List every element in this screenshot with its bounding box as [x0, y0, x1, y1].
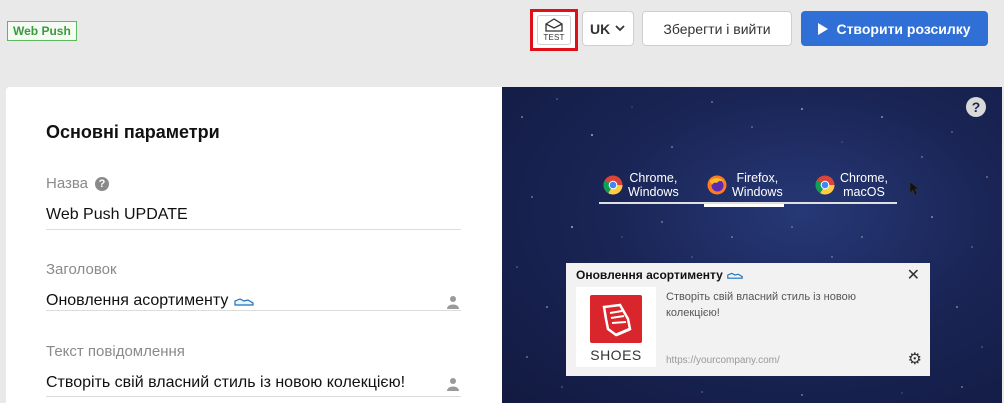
tab-chrome-windows[interactable]: Chrome, Windows [603, 167, 679, 202]
heading-value: Оновлення асортименту [46, 292, 229, 309]
mouse-cursor-icon [910, 182, 920, 196]
name-label: Назва [46, 175, 89, 192]
message-input[interactable]: Створіть свій власний стиль із новою кол… [46, 370, 461, 396]
push-preview-area: ? Chrome, Windows Firefox, Windows Chrom… [502, 87, 1002, 403]
play-icon [818, 22, 829, 35]
personalization-icon[interactable] [447, 295, 459, 309]
chrome-icon [603, 175, 623, 194]
notification-body: Створіть свій власний стиль із новою кол… [666, 291, 856, 319]
create-campaign-button[interactable]: Створити розсилку [801, 11, 988, 46]
save-and-exit-button[interactable]: Зберегти і вийти [642, 11, 792, 46]
language-value: UK [590, 20, 611, 37]
section-title: Основні параметри [46, 122, 220, 142]
message-value: Створіть свій власний стиль із новою кол… [46, 374, 406, 391]
heading-input[interactable]: Оновлення асортименту [46, 288, 461, 314]
notification-image: SHOES [576, 287, 656, 367]
test-send-button[interactable]: TEST [530, 9, 578, 51]
tab-label: Windows [628, 184, 679, 199]
tab-label: Windows [732, 184, 783, 199]
tab-label: Chrome, [840, 170, 888, 185]
gear-icon[interactable]: ⚙ [908, 352, 922, 368]
top-toolbar: Web Push TEST UK Зберегти і вийти Створи… [0, 0, 1004, 67]
create-campaign-label: Створити розсилку [836, 20, 971, 37]
tab-label: Firefox, [736, 170, 779, 185]
message-field[interactable]: Текст повідомлення Створіть свій власний… [46, 343, 461, 397]
personalization-icon[interactable] [447, 377, 459, 391]
heading-field[interactable]: Заголовок Оновлення асортименту [46, 261, 461, 311]
tab-chrome-macos[interactable]: Chrome, macOS [815, 167, 888, 202]
name-value: Web Push UPDATE [46, 206, 188, 223]
name-field[interactable]: Назва ? Web Push UPDATE [46, 175, 461, 230]
push-notification-preview: Оновлення асортименту ✕ SHOES Створіть с… [566, 263, 930, 376]
name-input[interactable]: Web Push UPDATE [46, 202, 461, 228]
sneaker-logo-icon [602, 303, 632, 337]
settings-panel: Основні параметри Назва ? Web Push UPDAT… [6, 87, 502, 403]
tab-label: Chrome, [629, 170, 678, 185]
chevron-down-icon [615, 25, 625, 32]
tab-label: macOS [843, 184, 885, 199]
active-tab-indicator [704, 204, 784, 207]
sneaker-emoji-icon [727, 272, 743, 279]
name-field-label-row: Назва ? [46, 175, 461, 192]
tab-firefox-windows[interactable]: Firefox, Windows [707, 167, 783, 202]
shoes-logo [590, 295, 642, 343]
chrome-icon [815, 175, 835, 194]
browser-tabs: Chrome, Windows Firefox, Windows Chrome,… [599, 167, 897, 207]
message-label: Текст повідомлення [46, 343, 185, 360]
help-icon[interactable]: ? [95, 176, 110, 191]
firefox-icon [707, 175, 727, 194]
notification-image-label: SHOES [590, 347, 642, 363]
close-icon[interactable]: ✕ [907, 268, 920, 284]
notification-url: https://yourcompany.com/ [666, 355, 780, 366]
test-label: TEST [543, 33, 565, 42]
sneaker-emoji-icon [234, 298, 254, 306]
envelope-open-icon [545, 18, 563, 32]
language-select[interactable]: UK [582, 11, 634, 46]
heading-label: Заголовок [46, 261, 117, 278]
test-button-inner[interactable]: TEST [537, 15, 571, 45]
notification-title: Оновлення асортименту [576, 268, 723, 282]
channel-badge: Web Push [7, 21, 77, 41]
notification-title-row: Оновлення асортименту [576, 268, 743, 282]
preview-help-icon[interactable]: ? [966, 97, 986, 117]
